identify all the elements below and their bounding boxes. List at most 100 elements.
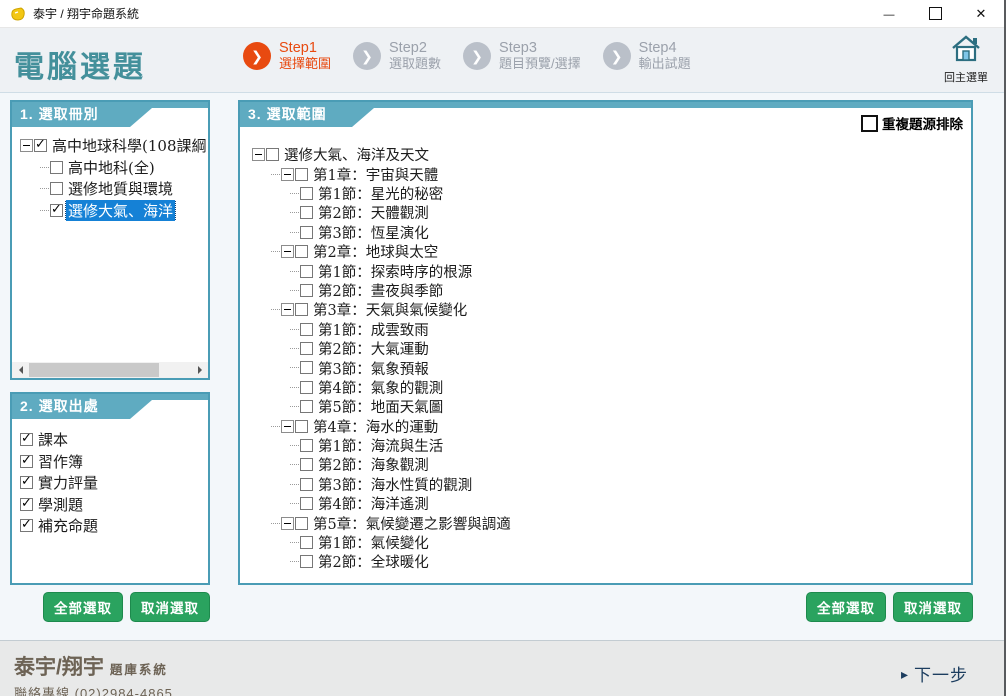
node-checkbox[interactable] — [50, 204, 63, 217]
node-checkbox[interactable] — [300, 284, 313, 297]
tree-node[interactable]: 第4章：海水的運動 — [252, 416, 969, 435]
node-label[interactable]: 第2節：大氣運動 — [316, 339, 431, 358]
horizontal-scrollbar[interactable] — [12, 362, 208, 378]
tree-node[interactable]: 高中地科(全) — [20, 157, 206, 179]
source-item[interactable]: 課本 — [20, 429, 204, 451]
source-checkbox[interactable] — [20, 455, 33, 468]
source-label[interactable]: 補充命題 — [36, 515, 100, 536]
expand-toggle-icon[interactable] — [281, 168, 294, 181]
tree-node[interactable]: 第2節：大氣運動 — [252, 339, 969, 358]
node-label[interactable]: 第1節：星光的秘密 — [316, 184, 445, 203]
tree-node[interactable]: 第1節：成雲致雨 — [252, 320, 969, 339]
tree-node[interactable]: 第3節：氣象預報 — [252, 358, 969, 377]
node-checkbox[interactable] — [300, 555, 313, 568]
node-label[interactable]: 第3節：恆星演化 — [316, 223, 431, 242]
node-label[interactable]: 選修大氣、海洋 — [66, 200, 175, 221]
expand-toggle-icon[interactable] — [20, 139, 33, 152]
expand-toggle-icon[interactable] — [281, 245, 294, 258]
expand-toggle-icon[interactable] — [252, 148, 265, 161]
node-label[interactable]: 第4章：海水的運動 — [311, 416, 440, 435]
node-label[interactable]: 第3節：氣象預報 — [316, 358, 431, 377]
node-label[interactable]: 第2節：天體觀測 — [316, 203, 431, 222]
tree-node[interactable]: 第2章：地球與太空 — [252, 242, 969, 261]
next-step-button[interactable]: 下一步 — [901, 661, 968, 686]
deselect-all-button[interactable]: 取消選取 — [893, 592, 973, 622]
node-checkbox[interactable] — [300, 226, 313, 239]
select-all-button[interactable]: 全部選取 — [806, 592, 886, 622]
node-label[interactable]: 第5章：氣候變遷之影響與調適 — [311, 513, 513, 532]
tree-node[interactable]: 第1節：氣候變化 — [252, 533, 969, 552]
node-checkbox[interactable] — [300, 497, 313, 510]
node-label[interactable]: 第2章：地球與太空 — [311, 242, 440, 261]
tree-node[interactable]: 選修大氣、海洋 — [20, 200, 206, 222]
node-label[interactable]: 第4節：海洋遙測 — [316, 494, 431, 513]
node-label[interactable]: 高中地球科學(108課綱) — [50, 135, 206, 156]
node-checkbox[interactable] — [50, 161, 63, 174]
source-item[interactable]: 補充命題 — [20, 515, 204, 537]
tree-node[interactable]: 第3章：天氣與氣候變化 — [252, 300, 969, 319]
node-checkbox[interactable] — [295, 420, 308, 433]
source-label[interactable]: 學測題 — [36, 494, 85, 515]
expand-toggle-icon[interactable] — [281, 420, 294, 433]
node-label[interactable]: 第2節：全球暖化 — [316, 552, 431, 571]
tree-node[interactable]: 選修地質與環境 — [20, 178, 206, 200]
node-label[interactable]: 第1節：氣候變化 — [316, 533, 431, 552]
source-label[interactable]: 實力評量 — [36, 472, 100, 493]
source-item[interactable]: 習作簿 — [20, 451, 204, 473]
node-checkbox[interactable] — [266, 148, 279, 161]
tree-node[interactable]: 第1節：星光的秘密 — [252, 184, 969, 203]
node-checkbox[interactable] — [300, 206, 313, 219]
maximize-button[interactable] — [912, 0, 958, 27]
node-checkbox[interactable] — [300, 187, 313, 200]
tree-node[interactable]: 第3節：海水性質的觀測 — [252, 475, 969, 494]
close-button[interactable] — [958, 0, 1004, 27]
node-checkbox[interactable] — [300, 536, 313, 549]
node-checkbox[interactable] — [300, 381, 313, 394]
source-checkbox[interactable] — [20, 498, 33, 511]
select-all-button[interactable]: 全部選取 — [43, 592, 123, 622]
source-checkbox[interactable] — [20, 476, 33, 489]
home-button[interactable]: 回主選單 — [938, 34, 994, 85]
node-label[interactable]: 第5節：地面天氣圖 — [316, 397, 445, 416]
expand-toggle-icon[interactable] — [281, 517, 294, 530]
node-checkbox[interactable] — [295, 517, 308, 530]
tree-node[interactable]: 第3節：恆星演化 — [252, 223, 969, 242]
node-label[interactable]: 第1節：成雲致雨 — [316, 320, 431, 339]
scroll-left-button[interactable] — [12, 362, 28, 378]
tree-node[interactable]: 第2節：晝夜與季節 — [252, 281, 969, 300]
tree-node[interactable]: 第4節：海洋遙測 — [252, 494, 969, 513]
tree-node[interactable]: 第1章：宇宙與天體 — [252, 164, 969, 183]
node-label[interactable]: 第3節：海水性質的觀測 — [316, 475, 474, 494]
tree-node[interactable]: 第1節：海流與生活 — [252, 436, 969, 455]
source-checkbox[interactable] — [20, 519, 33, 532]
node-checkbox[interactable] — [300, 400, 313, 413]
node-checkbox[interactable] — [300, 361, 313, 374]
node-checkbox[interactable] — [300, 439, 313, 452]
node-checkbox[interactable] — [300, 323, 313, 336]
node-label[interactable]: 第1節：海流與生活 — [316, 436, 445, 455]
scrollbar-thumb[interactable] — [29, 363, 159, 377]
scroll-right-button[interactable] — [192, 362, 208, 378]
source-item[interactable]: 學測題 — [20, 494, 204, 516]
node-checkbox[interactable] — [295, 303, 308, 316]
node-checkbox[interactable] — [295, 245, 308, 258]
node-checkbox[interactable] — [300, 265, 313, 278]
source-item[interactable]: 實力評量 — [20, 472, 204, 494]
node-label[interactable]: 第2節：海象觀測 — [316, 455, 431, 474]
dedupe-checkbox[interactable] — [861, 115, 878, 132]
node-checkbox[interactable] — [34, 139, 47, 152]
source-label[interactable]: 習作簿 — [36, 451, 85, 472]
tree-node[interactable]: 第2節：全球暖化 — [252, 552, 969, 571]
tree-node[interactable]: 高中地球科學(108課綱) — [20, 135, 206, 157]
tree-node[interactable]: 選修大氣、海洋及天文 — [252, 145, 969, 164]
source-checkbox[interactable] — [20, 433, 33, 446]
tree-node[interactable]: 第5章：氣候變遷之影響與調適 — [252, 513, 969, 532]
tree-node[interactable]: 第2節：天體觀測 — [252, 203, 969, 222]
deselect-all-button[interactable]: 取消選取 — [130, 592, 210, 622]
minimize-button[interactable] — [866, 0, 912, 27]
source-label[interactable]: 課本 — [36, 429, 70, 450]
node-label[interactable]: 第2節：晝夜與季節 — [316, 281, 445, 300]
tree-node[interactable]: 第1節：探索時序的根源 — [252, 261, 969, 280]
node-checkbox[interactable] — [295, 168, 308, 181]
dedupe-checkbox-row[interactable]: 重複題源排除 — [861, 113, 963, 133]
